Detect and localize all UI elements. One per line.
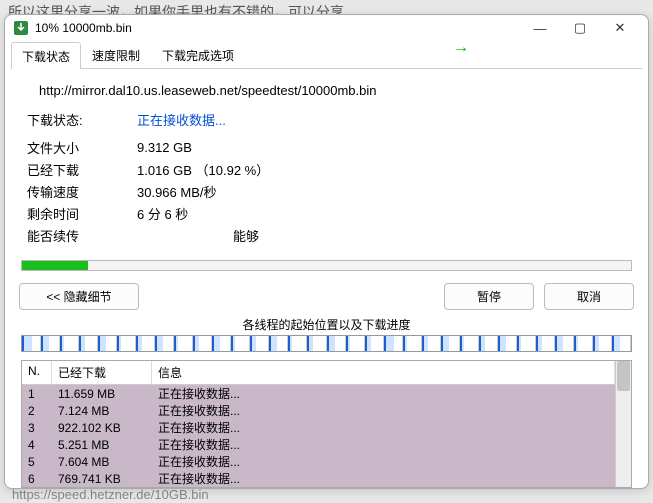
cell-downloaded: 769.741 KB (52, 472, 152, 486)
segment (403, 336, 422, 351)
progress-fill (22, 261, 88, 270)
cell-downloaded: 7.124 MB (52, 404, 152, 418)
resume-value: 能够 (233, 226, 259, 245)
segments-bar (21, 335, 632, 352)
segment (307, 336, 326, 351)
cell-info: 正在接收数据... (152, 436, 615, 453)
cell-n: 6 (22, 472, 52, 486)
segment (231, 336, 250, 351)
arrow-icon: → (453, 39, 468, 57)
maximize-button[interactable]: ▢ (560, 15, 600, 41)
segment (136, 336, 155, 351)
resume-label: 能否续传 (27, 226, 137, 245)
segment (269, 336, 288, 351)
status-label: 下载状态: (27, 110, 137, 129)
cell-n: 4 (22, 438, 52, 452)
filesize-label: 文件大小 (27, 138, 137, 157)
content-pane: http://mirror.dal10.us.leaseweb.net/spee… (5, 69, 648, 252)
close-button[interactable]: ✕ (600, 15, 640, 41)
segments-caption: 各线程的起始位置以及下载进度 (5, 316, 648, 333)
segment (193, 336, 212, 351)
cell-downloaded: 7.604 MB (52, 455, 152, 469)
segment (479, 336, 498, 351)
segment (212, 336, 231, 351)
filesize-value: 9.312 GB (137, 140, 192, 155)
cell-downloaded: 5.251 MB (52, 438, 152, 452)
cell-info: 正在接收数据... (152, 385, 615, 402)
cell-info: 正在接收数据... (152, 402, 615, 419)
cell-n: 3 (22, 421, 52, 435)
cell-n: 2 (22, 404, 52, 418)
segment (612, 336, 631, 351)
cell-downloaded: 11.659 MB (52, 387, 152, 401)
remaining-value: 6 分 6 秒 (137, 204, 188, 223)
segment (22, 336, 41, 351)
status-value: 正在接收数据... (137, 110, 226, 129)
remaining-label: 剩余时间 (27, 204, 137, 223)
segment (574, 336, 593, 351)
cell-n: 5 (22, 455, 52, 469)
segment (555, 336, 574, 351)
segment (498, 336, 517, 351)
table-row[interactable]: 57.604 MB正在接收数据... (22, 453, 615, 470)
downloaded-label: 已经下载 (27, 160, 137, 179)
segment (460, 336, 479, 351)
tab-status[interactable]: 下载状态 (11, 42, 81, 69)
segment (422, 336, 441, 351)
download-dialog: 10% 10000mb.bin — ▢ ✕ → 下载状态 速度限制 下载完成选项… (4, 14, 649, 489)
pause-button[interactable]: 暂停 (444, 283, 534, 310)
cell-info: 正在接收数据... (152, 453, 615, 470)
threads-table: N. 已经下载 信息 111.659 MB正在接收数据...27.124 MB正… (21, 360, 632, 488)
segment (536, 336, 555, 351)
segment (593, 336, 612, 351)
segment (174, 336, 193, 351)
hide-details-button[interactable]: << 隐藏细节 (19, 283, 139, 310)
segment (98, 336, 117, 351)
cell-info: 正在接收数据... (152, 470, 615, 487)
segment (117, 336, 136, 351)
tab-speed-limit[interactable]: 速度限制 (81, 41, 151, 68)
segment (517, 336, 536, 351)
tab-completion-options[interactable]: 下载完成选项 (151, 41, 245, 68)
table-scrollbar[interactable] (615, 361, 631, 487)
speed-value: 30.966 MB/秒 (137, 182, 217, 201)
speed-label: 传输速度 (27, 182, 137, 201)
cell-n: 1 (22, 387, 52, 401)
titlebar[interactable]: 10% 10000mb.bin — ▢ ✕ (5, 15, 648, 41)
window-title: 10% 10000mb.bin (35, 21, 520, 35)
segment (79, 336, 98, 351)
segment (365, 336, 384, 351)
cell-info: 正在接收数据... (152, 419, 615, 436)
scrollbar-thumb[interactable] (617, 361, 630, 391)
table-row[interactable]: 6769.741 KB正在接收数据... (22, 470, 615, 487)
table-row[interactable]: 3922.102 KB正在接收数据... (22, 419, 615, 436)
segment (250, 336, 269, 351)
downloaded-value: 1.016 GB （10.92 %） (137, 160, 269, 179)
segment (60, 336, 79, 351)
col-header-downloaded[interactable]: 已经下载 (52, 361, 152, 384)
cell-downloaded: 922.102 KB (52, 421, 152, 435)
segment (41, 336, 60, 351)
app-icon (13, 20, 29, 36)
segment (441, 336, 460, 351)
col-header-n[interactable]: N. (22, 361, 52, 384)
cancel-button[interactable]: 取消 (544, 283, 634, 310)
progress-bar (21, 260, 632, 271)
segment (346, 336, 365, 351)
minimize-button[interactable]: — (520, 15, 560, 41)
background-url: https://speed.hetzner.de/10GB.bin (12, 487, 209, 502)
table-row[interactable]: 27.124 MB正在接收数据... (22, 402, 615, 419)
segment (288, 336, 307, 351)
download-url: http://mirror.dal10.us.leaseweb.net/spee… (39, 83, 614, 98)
segment (155, 336, 174, 351)
segment (327, 336, 346, 351)
col-header-info[interactable]: 信息 (152, 361, 615, 384)
tab-bar: 下载状态 速度限制 下载完成选项 (11, 41, 642, 69)
segment (384, 336, 403, 351)
table-row[interactable]: 111.659 MB正在接收数据... (22, 385, 615, 402)
table-row[interactable]: 45.251 MB正在接收数据... (22, 436, 615, 453)
